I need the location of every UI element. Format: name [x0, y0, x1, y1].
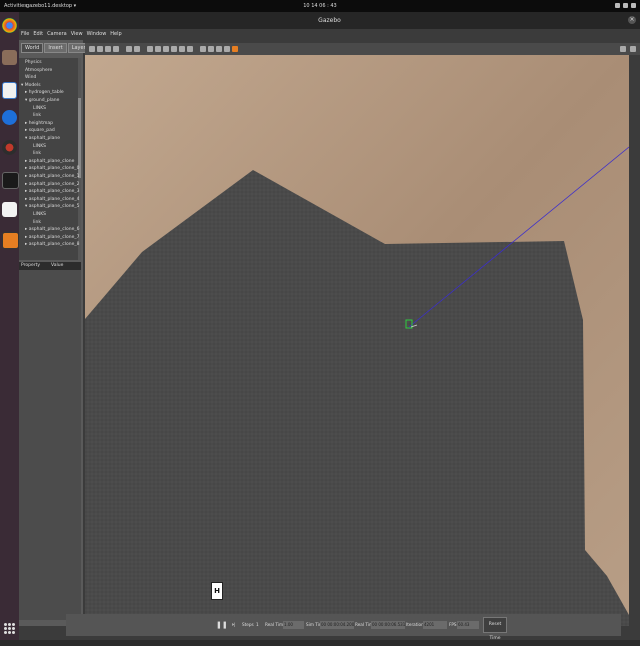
world-tree[interactable]: Physics Atmosphere Wind ▾ Models ▸ hydrogen_…: [19, 58, 81, 260]
redo-tool-icon[interactable]: [134, 46, 140, 52]
3d-viewport[interactable]: [85, 55, 629, 626]
undo-tool-icon[interactable]: [126, 46, 132, 52]
chrome-icon[interactable]: [2, 18, 17, 33]
clock[interactable]: 10 14 06 : 43: [0, 0, 640, 12]
translate-tool-icon[interactable]: [97, 46, 103, 52]
steps-value[interactable]: 1: [256, 620, 259, 630]
tree-item[interactable]: ▸ asphalt_plane_clone_1: [25, 174, 79, 180]
tree-item[interactable]: ▸ asphalt_plane_clone_4: [25, 197, 79, 203]
scene-svg: [85, 55, 629, 626]
iterations-value: 4201: [423, 621, 447, 629]
real-time-value: 00 00:00:06.531: [371, 621, 405, 629]
tree-item[interactable]: LINKS: [33, 144, 46, 150]
tree-item[interactable]: link: [33, 151, 41, 157]
paste-tool-icon[interactable]: [208, 46, 214, 52]
value-column-label: Value: [51, 263, 64, 268]
tree-item[interactable]: ▾ asphalt_plane: [25, 136, 60, 142]
close-icon[interactable]: ×: [628, 16, 636, 24]
tree-item[interactable]: link: [33, 220, 41, 226]
rotate-tool-icon[interactable]: [105, 46, 111, 52]
tree-item[interactable]: ▸ asphalt_plane_clone_6: [25, 227, 79, 233]
files-icon[interactable]: [2, 50, 17, 65]
reset-time-button[interactable]: Reset Time: [483, 617, 507, 641]
tree-item[interactable]: ▸ hydrogen_table: [25, 90, 64, 96]
h-marker-label: H: [211, 582, 223, 600]
left-panel: World Insert Layers Physics Atmosphere Win…: [19, 40, 93, 626]
fps-value: 60.43: [457, 621, 479, 629]
menu-view[interactable]: View: [71, 29, 83, 40]
select-tool-icon[interactable]: [89, 46, 95, 52]
directional-light-tool-icon[interactable]: [187, 46, 193, 52]
scale-tool-icon[interactable]: [113, 46, 119, 52]
screenshot-icon[interactable]: [620, 46, 626, 52]
gazebo-icon[interactable]: [2, 232, 19, 249]
tree-item[interactable]: ▸ heightmap: [25, 121, 53, 127]
tree-item[interactable]: Atmosphere: [25, 68, 52, 74]
tree-item[interactable]: ▸ asphalt_plane_clone_0: [25, 166, 79, 172]
copy-tool-icon[interactable]: [200, 46, 206, 52]
rtf-value: 1.00: [283, 621, 304, 629]
point-light-tool-icon[interactable]: [171, 46, 177, 52]
sim-status-bar: ❚❚ ⏵| Steps 1 Real Time Factor 1.00 Sim …: [66, 614, 621, 641]
system-top-bar: Activities gazebo11.desktop ▾ 10 14 06 :…: [0, 0, 640, 12]
menu-window[interactable]: Window: [87, 29, 107, 40]
snap-tool-icon[interactable]: [224, 46, 230, 52]
property-column-label: Property: [21, 263, 41, 268]
tree-item[interactable]: LINKS: [33, 106, 46, 112]
tree-item[interactable]: ▸ asphalt_plane_clone_3: [25, 189, 79, 195]
tree-item[interactable]: ▾ asphalt_plane_clone_5: [25, 204, 79, 210]
panel-tabs: World Insert Layers: [21, 43, 93, 53]
document-icon[interactable]: [2, 82, 17, 99]
tree-item[interactable]: ▸ asphalt_plane_clone_8: [25, 242, 79, 248]
tab-world[interactable]: World: [21, 43, 44, 53]
tree-item[interactable]: ▸ asphalt_plane_clone_2: [25, 182, 79, 188]
property-header: Property Value: [19, 262, 81, 270]
dock: [0, 12, 19, 640]
window-titlebar: Gazebo ×: [19, 12, 640, 29]
volume-icon: [623, 3, 628, 8]
tree-item[interactable]: LINKS: [33, 212, 46, 218]
pause-icon[interactable]: ❚❚: [216, 620, 228, 630]
menu-help[interactable]: Help: [110, 29, 121, 40]
log-icon[interactable]: [630, 46, 636, 52]
align-tool-icon[interactable]: [216, 46, 222, 52]
spot-light-tool-icon[interactable]: [179, 46, 185, 52]
sphere-tool-icon[interactable]: [155, 46, 161, 52]
network-icon: [615, 3, 620, 8]
tree-item[interactable]: Physics: [25, 60, 42, 66]
menu-edit[interactable]: Edit: [33, 29, 43, 40]
tree-item[interactable]: Wind: [25, 75, 36, 81]
tree-item[interactable]: ▸ asphalt_plane_clone: [25, 159, 74, 165]
gazebo-window: Gazebo × File Edit Camera View Window He…: [19, 12, 640, 640]
power-icon: [631, 3, 636, 8]
tab-insert[interactable]: Insert: [44, 43, 67, 53]
cylinder-tool-icon[interactable]: [163, 46, 169, 52]
sim-time-value: 00 00:00:04.200: [320, 621, 354, 629]
step-button[interactable]: ⏵|: [232, 620, 236, 630]
property-table: [19, 270, 81, 620]
scene-toolbar: [85, 43, 640, 55]
teamviewer-icon[interactable]: [2, 110, 17, 125]
window-title: Gazebo: [318, 17, 341, 24]
menu-camera[interactable]: Camera: [47, 29, 67, 40]
app-icon[interactable]: [2, 140, 17, 155]
tree-item[interactable]: ▸ square_pad: [25, 128, 55, 134]
fps-label: FPS: [449, 622, 457, 627]
steps-label: Steps: [242, 622, 254, 627]
tree-item[interactable]: ▾ Models: [21, 83, 41, 89]
terminal-icon[interactable]: [2, 172, 19, 189]
menu-file[interactable]: File: [21, 29, 29, 40]
tree-item[interactable]: link: [33, 113, 41, 119]
show-apps-icon[interactable]: [4, 623, 15, 634]
tree-item[interactable]: ▸ asphalt_plane_clone_7: [25, 235, 79, 241]
record-tool-icon[interactable]: [232, 46, 238, 52]
box-tool-icon[interactable]: [147, 46, 153, 52]
menu-bar: File Edit Camera View Window Help: [19, 29, 640, 40]
editor-icon[interactable]: [2, 202, 17, 217]
tree-item[interactable]: ▾ ground_plane: [25, 98, 59, 104]
system-tray[interactable]: [615, 0, 636, 8]
